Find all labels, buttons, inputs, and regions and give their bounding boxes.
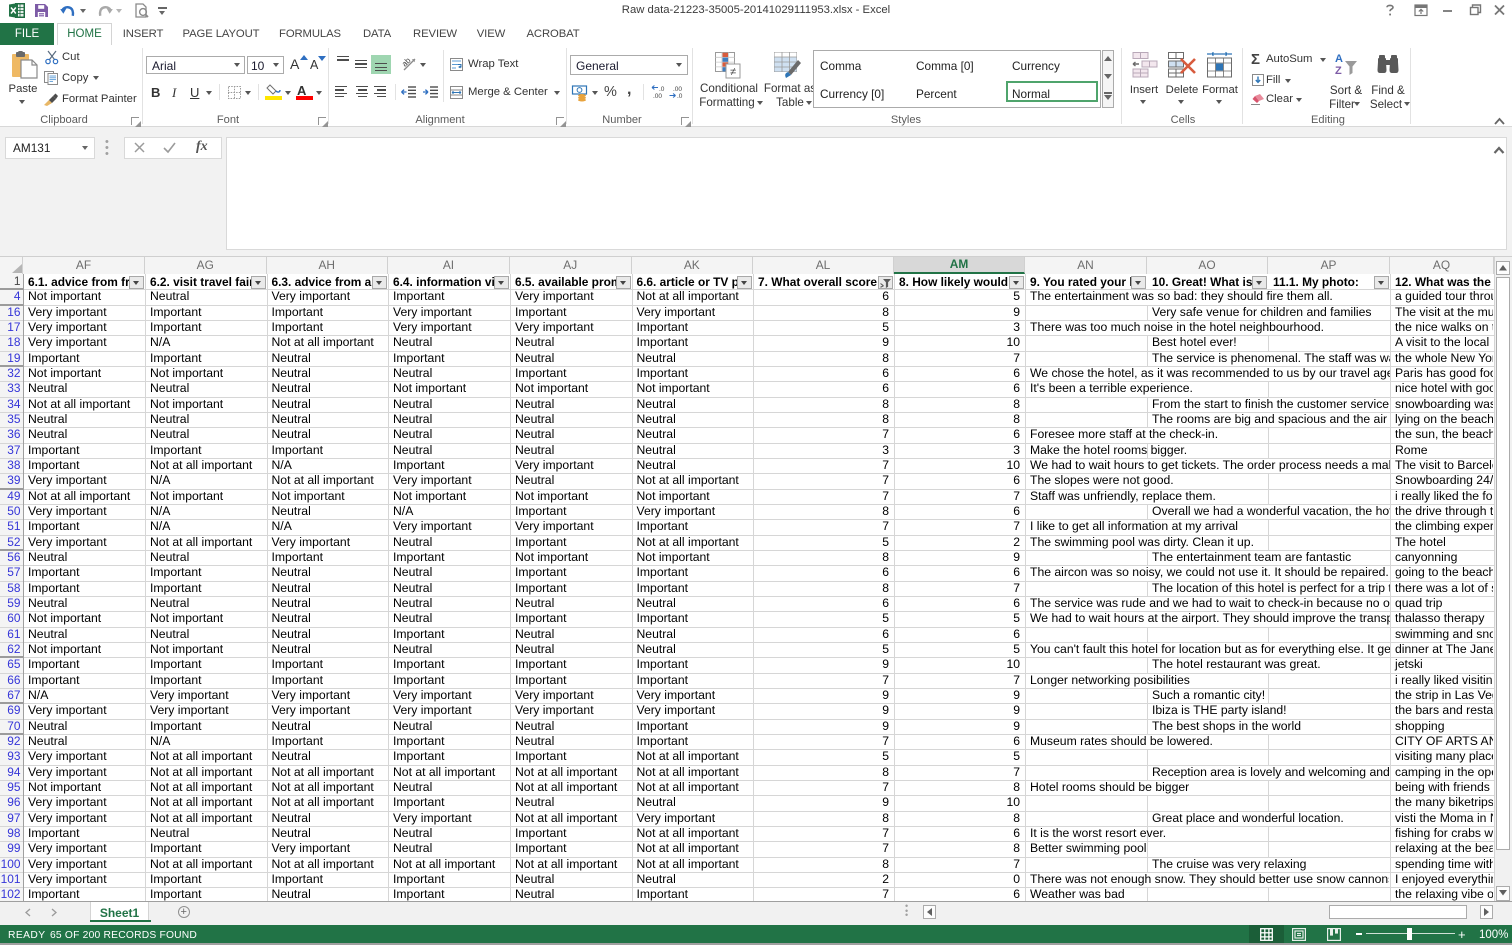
svg-text:Z: Z [1335, 65, 1342, 77]
svg-text:≠: ≠ [730, 66, 736, 78]
svg-text:A: A [1335, 53, 1343, 65]
svg-text:.00: .00 [673, 86, 682, 93]
svg-text:.0: .0 [659, 86, 665, 93]
svg-text:.0: .0 [677, 93, 683, 100]
svg-text:.00: .00 [653, 93, 662, 100]
